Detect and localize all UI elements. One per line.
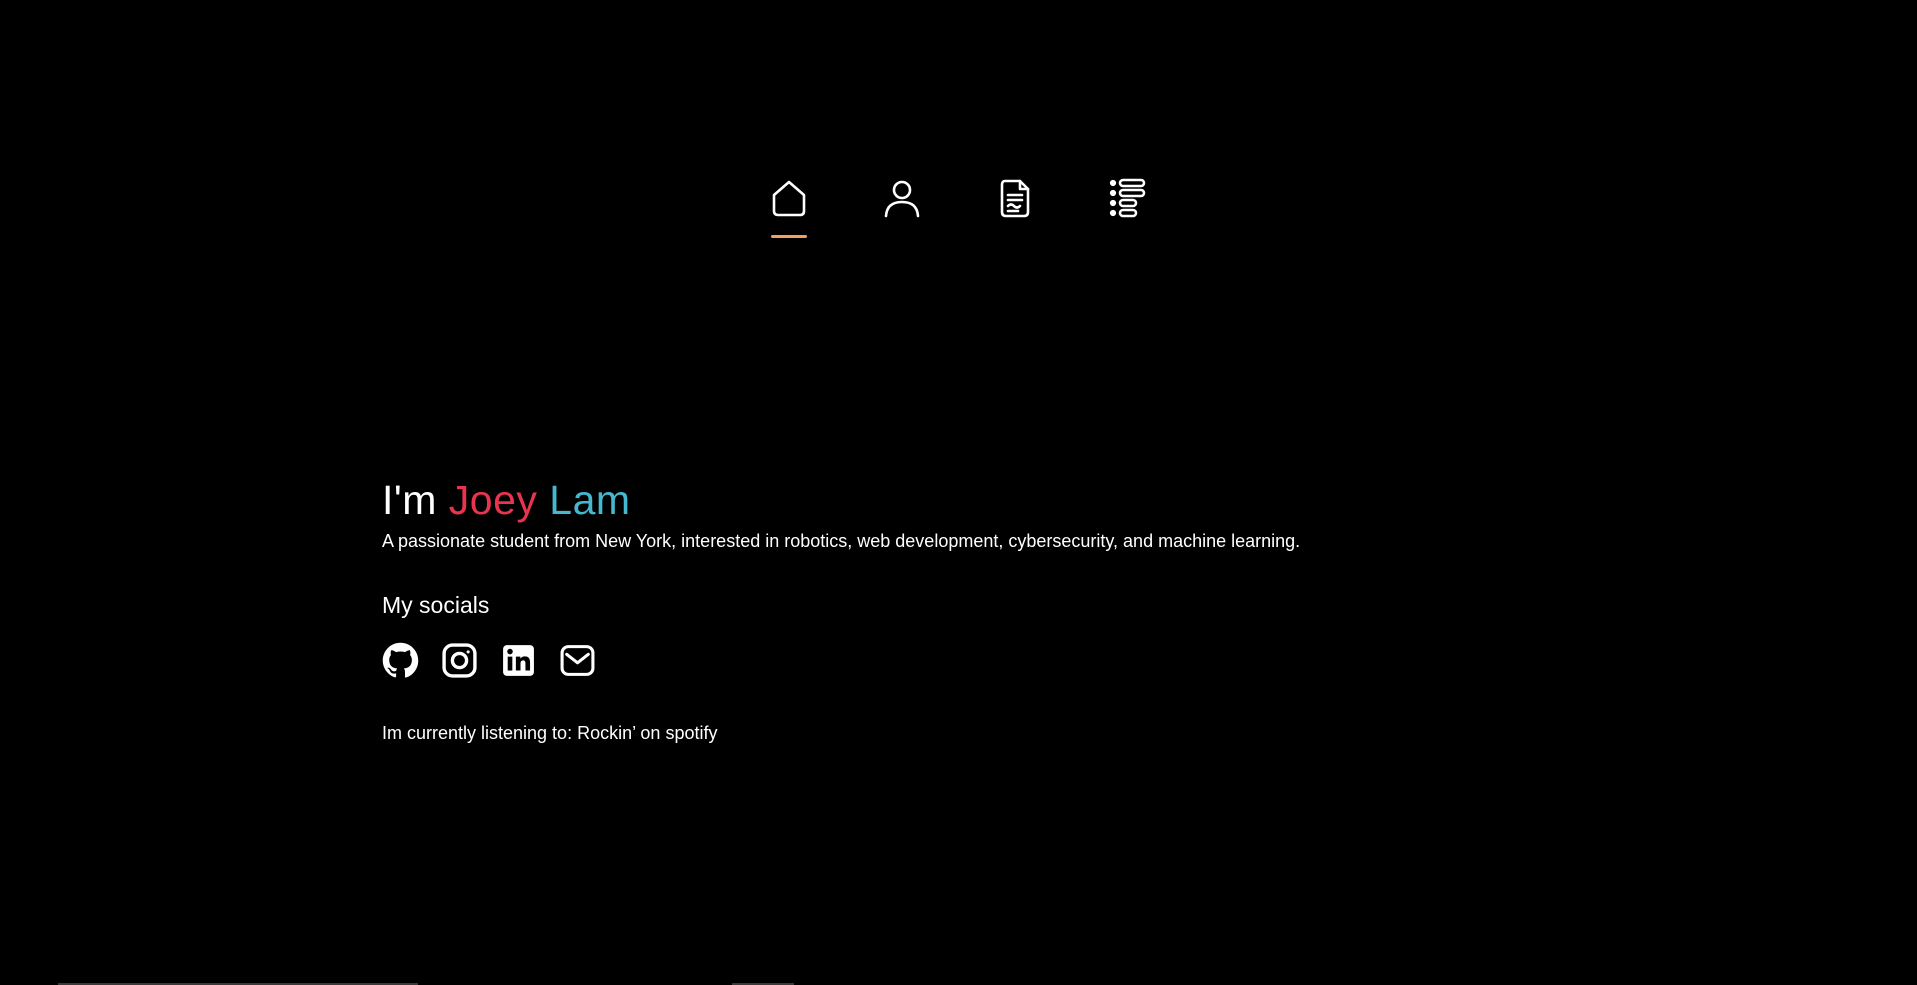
email-icon [560, 645, 595, 676]
hero-first-name: Joey [448, 477, 538, 523]
hero-title: I'm Joey Lam [382, 472, 1300, 528]
list-icon [1109, 178, 1146, 218]
github-icon [382, 642, 419, 678]
hero-tagline: A passionate student from New York, inte… [382, 531, 1301, 551]
instagram-link[interactable] [441, 642, 478, 679]
nav-active-indicator [771, 235, 807, 238]
hero-last-name: Lam [549, 477, 631, 523]
github-link[interactable] [382, 642, 419, 679]
linkedin-link[interactable] [500, 642, 537, 679]
hero-space [537, 477, 549, 523]
instagram-icon [442, 643, 477, 678]
linkedin-icon [503, 645, 534, 676]
nav-about[interactable] [883, 178, 921, 222]
hero-prefix: I'm [382, 477, 449, 523]
user-icon [884, 180, 920, 218]
socials-heading: My socials [382, 592, 490, 618]
nav-resume[interactable] [996, 178, 1034, 222]
hero-section: I'm Joey Lam A passionate student from N… [382, 472, 1300, 745]
document-icon [1000, 179, 1030, 218]
nav-projects[interactable] [1109, 178, 1147, 222]
top-nav [770, 178, 1147, 238]
nav-home[interactable] [770, 178, 808, 238]
page: I'm Joey Lam A passionate student from N… [0, 0, 1917, 985]
now-playing-text: Im currently listening to: Rockin’ on sp… [382, 723, 718, 743]
socials-list [382, 642, 1300, 679]
home-icon [772, 180, 806, 217]
email-link[interactable] [559, 642, 596, 679]
